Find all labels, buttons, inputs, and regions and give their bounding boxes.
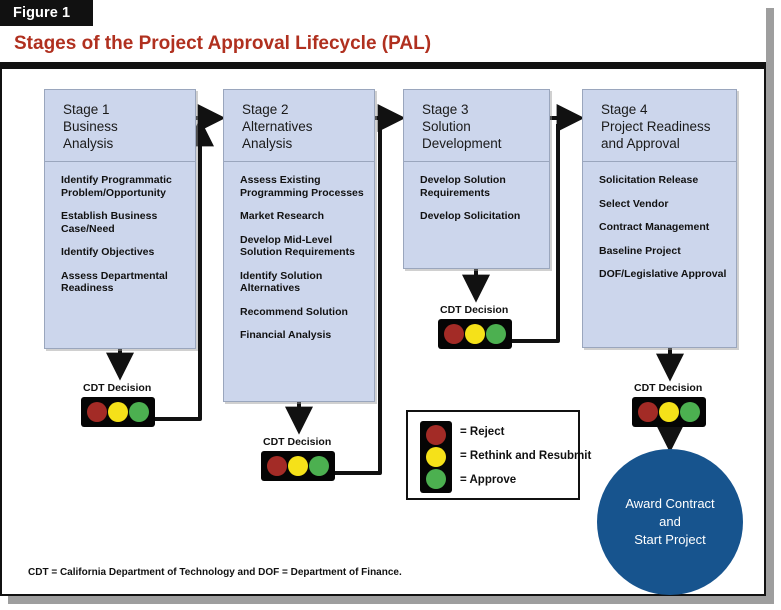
yellow-light-icon bbox=[464, 324, 485, 344]
stage-heading-line: Stage 3 bbox=[422, 102, 469, 117]
stage-heading-line: and Approval bbox=[601, 136, 680, 151]
traffic-light-3[interactable] bbox=[438, 319, 512, 349]
red-light-icon bbox=[266, 456, 287, 476]
stage-item: Assess Departmental Readiness bbox=[61, 269, 168, 295]
stage-card-1[interactable]: Stage 1 Business Analysis Identify Progr… bbox=[44, 89, 196, 349]
legend-row-approve: = Approve bbox=[460, 474, 517, 486]
panel-shadow-bottom bbox=[8, 596, 774, 604]
traffic-light-2[interactable] bbox=[261, 451, 335, 481]
red-light-icon bbox=[426, 425, 446, 445]
stage-item: Identify Objectives bbox=[61, 246, 155, 258]
panel-shadow-right bbox=[766, 8, 774, 604]
stage-heading-2: Stage 2 Alternatives Analysis bbox=[224, 90, 374, 161]
stage-item: DOF/Legislative Approval bbox=[599, 268, 727, 280]
stage-heading-line: Solution bbox=[422, 119, 471, 134]
stage-item: Market Research bbox=[240, 210, 325, 222]
decision-label-2: CDT Decision bbox=[263, 436, 332, 448]
red-light-icon bbox=[637, 402, 658, 422]
title-divider bbox=[0, 62, 766, 69]
legend-traffic-light bbox=[420, 421, 452, 493]
stage-heading-line: Development bbox=[422, 136, 502, 151]
green-light-icon bbox=[486, 324, 507, 344]
stage-item: Establish Business Case/Need bbox=[61, 210, 158, 235]
decision-label-4: CDT Decision bbox=[634, 382, 703, 394]
figure-title: Stages of the Project Approval Lifecycle… bbox=[0, 26, 766, 62]
traffic-light-1[interactable] bbox=[81, 397, 155, 427]
stage-item: Identify Solution Alternatives bbox=[240, 269, 323, 295]
stage-card-3[interactable]: Stage 3 Solution Development Develop Sol… bbox=[403, 89, 550, 269]
stage-heading-1: Stage 1 Business Analysis bbox=[45, 90, 195, 161]
stage-item: Develop Solicitation bbox=[420, 210, 521, 222]
stage-heading-line: Analysis bbox=[63, 136, 114, 151]
stage-heading-line: Stage 2 bbox=[242, 102, 289, 117]
stage-heading-line: Business bbox=[63, 119, 118, 134]
stage-item-list-2: Assess Existing Programming Processes Ma… bbox=[224, 162, 374, 363]
outcome-circle[interactable]: Award Contract and Start Project bbox=[597, 449, 743, 595]
legend-row-rethink: = Rethink and Resubmit bbox=[460, 450, 592, 462]
stage-item: Develop Mid-Level Solution Requirements bbox=[240, 233, 355, 259]
red-light-icon bbox=[443, 324, 464, 344]
stage-card-4[interactable]: Stage 4 Project Readiness and Approval S… bbox=[582, 89, 737, 348]
stage-card-2[interactable]: Stage 2 Alternatives Analysis Assess Exi… bbox=[223, 89, 375, 402]
stage-item: Assess Existing Programming Processes bbox=[240, 174, 364, 199]
stage-heading-3: Stage 3 Solution Development bbox=[404, 90, 549, 161]
diagram-body: Stage 1 Business Analysis Identify Progr… bbox=[0, 69, 766, 596]
yellow-light-icon bbox=[426, 447, 446, 467]
stage-heading-line: Stage 1 bbox=[63, 102, 110, 117]
yellow-light-icon bbox=[658, 402, 679, 422]
decision-label-3: CDT Decision bbox=[440, 304, 509, 316]
stage-heading-4: Stage 4 Project Readiness and Approval bbox=[583, 90, 736, 161]
outcome-line: Start Project bbox=[634, 532, 706, 547]
figure-number-tab: Figure 1 bbox=[0, 0, 93, 26]
green-light-icon bbox=[680, 402, 701, 422]
figure-panel: Figure 1 Stages of the Project Approval … bbox=[0, 0, 766, 596]
figure-footnote: CDT = California Department of Technolog… bbox=[28, 567, 402, 578]
red-light-icon bbox=[86, 402, 107, 422]
stage-item-list-3: Develop Solution Requirements Develop So… bbox=[404, 162, 549, 244]
stage-heading-line: Alternatives bbox=[242, 119, 313, 134]
stage-item: Financial Analysis bbox=[240, 329, 332, 341]
decision-label-1: CDT Decision bbox=[83, 382, 152, 394]
stage-heading-line: Project Readiness bbox=[601, 119, 711, 134]
stage-heading-line: Analysis bbox=[242, 136, 293, 151]
outcome-line: and bbox=[659, 514, 681, 529]
green-light-icon bbox=[426, 469, 446, 489]
stage-item: Baseline Project bbox=[599, 244, 681, 257]
stage-item-list-4: Solicitation Release Select Vendor Contr… bbox=[583, 162, 736, 302]
stage-item-list-1: Identify Programmatic Problem/Opportunit… bbox=[45, 162, 195, 316]
legend-row-reject: = Reject bbox=[460, 426, 505, 438]
stage-item: Develop Solution Requirements bbox=[420, 174, 506, 199]
stage-item: Contract Management bbox=[599, 221, 710, 233]
green-light-icon bbox=[129, 402, 150, 422]
yellow-light-icon bbox=[287, 456, 308, 476]
stage-item: Solicitation Release bbox=[599, 174, 699, 186]
stage-item: Recommend Solution bbox=[240, 305, 348, 318]
stage-item: Identify Programmatic Problem/Opportunit… bbox=[61, 174, 172, 199]
green-light-icon bbox=[309, 456, 330, 476]
outcome-line: Award Contract bbox=[625, 496, 715, 511]
legend-box: = Reject = Rethink and Resubmit = Approv… bbox=[406, 410, 591, 500]
stage-item: Select Vendor bbox=[599, 197, 669, 210]
yellow-light-icon bbox=[107, 402, 128, 422]
traffic-light-4[interactable] bbox=[632, 397, 706, 427]
stage-heading-line: Stage 4 bbox=[601, 102, 648, 117]
